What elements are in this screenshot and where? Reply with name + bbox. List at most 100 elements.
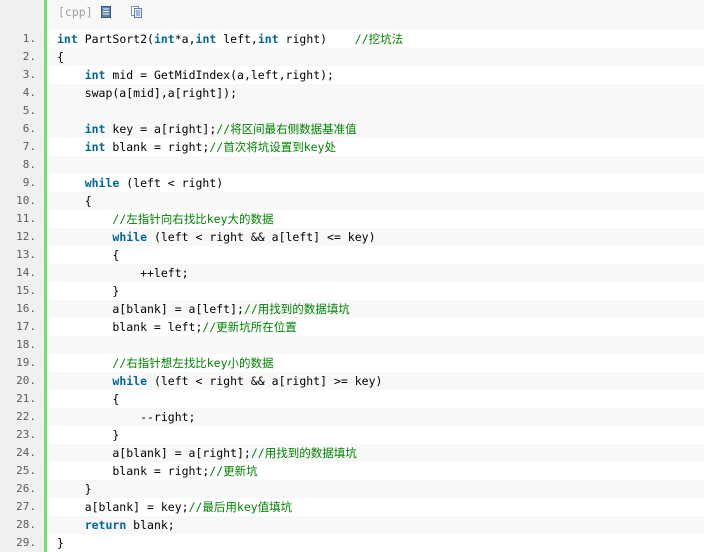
- code-text: int mid = GetMidIndex(a,left,right);: [47, 66, 704, 84]
- code-line: 2. {: [0, 48, 704, 66]
- line-number: 15.: [16, 284, 36, 297]
- code-text: {: [47, 246, 704, 264]
- keyword-token: while: [112, 374, 148, 388]
- code-line: 17. blank = left;//更新坑所在位置: [0, 318, 704, 336]
- code-text: --right;: [47, 408, 704, 426]
- code-text: }: [47, 480, 704, 498]
- line-number: 19.: [16, 356, 36, 369]
- code-token: a[blank] = a[right];: [57, 446, 251, 460]
- line-number: 17.: [16, 320, 36, 333]
- line-number: 8.: [22, 158, 36, 171]
- code-line: 3. int mid = GetMidIndex(a,left,right);: [0, 66, 704, 84]
- code-token: {: [57, 50, 64, 64]
- line-number: 29.: [16, 536, 36, 549]
- code-token: blank = right;: [105, 140, 210, 154]
- line-number: 28.: [16, 518, 36, 531]
- code-text: swap(a[mid],a[right]);: [47, 84, 704, 102]
- code-line: 20. while (left < right && a[right] >= k…: [0, 372, 704, 390]
- code-line: 10. {: [0, 192, 704, 210]
- code-token: mid = GetMidIndex(a,left,right);: [105, 68, 334, 82]
- code-token: }: [57, 482, 92, 496]
- line-number: 5.: [22, 104, 36, 117]
- line-number: 22.: [16, 410, 36, 423]
- code-token: blank = right;: [57, 464, 210, 478]
- code-text: blank = left;//更新坑所在位置: [47, 318, 704, 336]
- code-token: *a,: [174, 32, 196, 46]
- code-text: while (left < right): [47, 174, 704, 192]
- comment-token: //左指针向右找比key大的数据: [112, 212, 274, 226]
- code-line: 24. a[blank] = a[right];//用找到的数据填坑: [0, 444, 704, 462]
- code-token: key = a[right];: [105, 122, 217, 136]
- view-plain-icon[interactable]: [101, 6, 111, 18]
- code-text: int PartSort2(int*a,int left,int right) …: [47, 30, 704, 48]
- code-text: }: [47, 534, 704, 552]
- comment-token: //更新坑: [209, 464, 258, 478]
- code-text: {: [47, 48, 704, 66]
- line-number: 21.: [16, 392, 36, 405]
- code-line: 9. while (left < right): [0, 174, 704, 192]
- keyword-token: int: [84, 68, 106, 82]
- code-line: 29.}: [0, 534, 704, 552]
- code-lines: 1. int PartSort2(int*a,int left,int right…: [0, 30, 704, 552]
- line-number: 23.: [16, 428, 36, 441]
- code-token: ++left;: [57, 266, 189, 280]
- keyword-token: int: [84, 140, 106, 154]
- comment-token: //右指针想左找比key小的数据: [112, 356, 274, 370]
- code-line: 25. blank = right;//更新坑: [0, 462, 704, 480]
- code-token: blank;: [126, 518, 175, 532]
- code-line: 23. }: [0, 426, 704, 444]
- code-line: 22. --right;: [0, 408, 704, 426]
- code-token: --right;: [57, 410, 196, 424]
- keyword-token: int: [195, 32, 217, 46]
- code-line: 14. ++left;: [0, 264, 704, 282]
- code-text: //右指针想左找比key小的数据: [47, 354, 704, 372]
- code-line: 1. int PartSort2(int*a,int left,int right…: [0, 30, 704, 48]
- code-line: 13. {: [0, 246, 704, 264]
- line-number: 18.: [16, 338, 36, 351]
- code-line: 5.: [0, 102, 704, 120]
- code-token: {: [57, 248, 120, 262]
- line-number: 3.: [22, 68, 36, 81]
- code-line: 18.: [0, 336, 704, 354]
- code-text: int blank = right;//首次将坑设置到key处: [47, 138, 704, 156]
- line-number: 1.: [22, 32, 36, 45]
- code-line: 7. int blank = right;//首次将坑设置到key处: [0, 138, 704, 156]
- code-token: }: [57, 536, 64, 550]
- code-text: ++left;: [47, 264, 704, 282]
- code-line: 21. {: [0, 390, 704, 408]
- code-token: }: [57, 284, 120, 298]
- code-line: 12. while (left < right && a[left] <= ke…: [0, 228, 704, 246]
- code-text: blank = right;//更新坑: [47, 462, 704, 480]
- code-text: {: [47, 192, 704, 210]
- line-number: 26.: [16, 482, 36, 495]
- code-line: 27. a[blank] = key;//最后用key值填坑: [0, 498, 704, 516]
- language-label: [cpp]: [58, 5, 93, 19]
- code-text: a[blank] = a[right];//用找到的数据填坑: [47, 444, 704, 462]
- comment-token: //用找到的数据填坑: [250, 446, 357, 460]
- keyword-token: while: [112, 230, 148, 244]
- code-line: 19. //右指针想左找比key小的数据: [0, 354, 704, 372]
- keyword-token: int: [57, 32, 78, 46]
- line-number: 24.: [16, 446, 36, 459]
- code-line: 6. int key = a[right];//将区间最右侧数据基准值: [0, 120, 704, 138]
- copy-icon[interactable]: [131, 6, 142, 18]
- keyword-token: int: [257, 32, 279, 46]
- code-token: right): [278, 32, 355, 46]
- code-token: (left < right): [119, 176, 224, 190]
- line-number: 6.: [22, 122, 36, 135]
- code-text: }: [47, 426, 704, 444]
- code-token: (left < right && a[right] >= key): [147, 374, 383, 388]
- line-number: 16.: [16, 302, 36, 315]
- code-line: 11. //左指针向右找比key大的数据: [0, 210, 704, 228]
- code-line: 4. swap(a[mid],a[right]);: [0, 84, 704, 102]
- code-token: PartSort2(: [77, 32, 154, 46]
- code-text: {: [47, 390, 704, 408]
- comment-token: //更新坑所在位置: [202, 320, 297, 334]
- comment-token: //挖坑法: [354, 32, 404, 46]
- code-viewer: [cpp] 1. int PartSort2(int*a,int left,int…: [0, 0, 704, 552]
- code-text: return blank;: [47, 516, 704, 534]
